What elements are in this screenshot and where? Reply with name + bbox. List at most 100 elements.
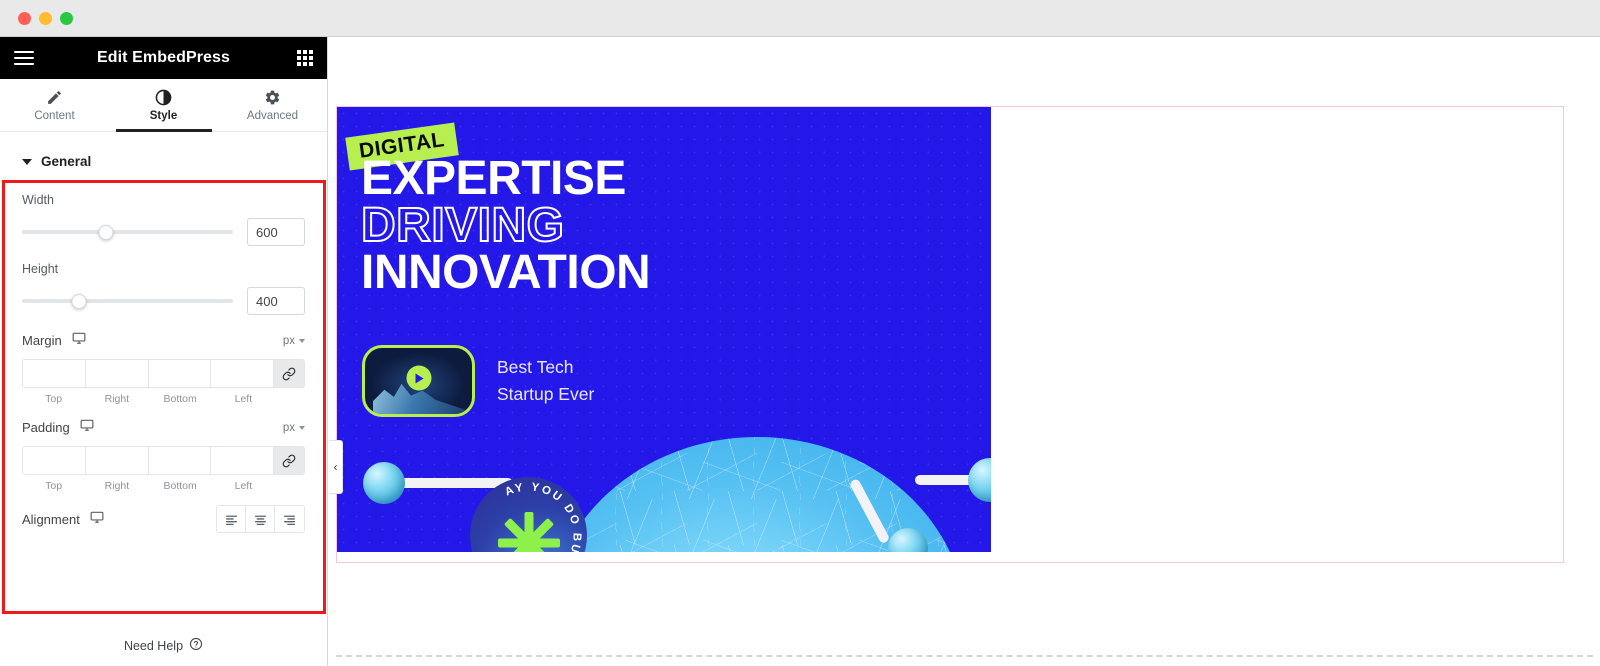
padding-link-spacer — [275, 480, 305, 492]
question-circle-icon — [189, 637, 203, 654]
play-triangle-icon — [415, 373, 424, 384]
margin-right-label: Right — [104, 393, 130, 405]
editor-panel: Edit EmbedPress Content Style Advanced G… — [0, 37, 328, 666]
rotating-seal-badge: AY YOU DO BUSINESS TRA — [470, 477, 587, 552]
minimize-button[interactable] — [39, 12, 52, 25]
width-input[interactable] — [247, 218, 305, 246]
video-teaser[interactable]: Best Tech Startup Ever — [362, 345, 594, 417]
chevron-down-icon — [299, 425, 305, 430]
panel-tabs: Content Style Advanced — [0, 79, 327, 132]
margin-bottom-label: Bottom — [163, 393, 197, 405]
padding-bottom-input[interactable] — [148, 447, 212, 474]
tab-style-label: Style — [149, 109, 178, 122]
apps-grid-icon[interactable] — [297, 50, 313, 66]
margin-link-spacer — [275, 393, 305, 405]
align-left-icon[interactable] — [217, 506, 246, 532]
window-title-bar — [0, 0, 1600, 37]
margin-side-labels: Top Right Bottom Left — [22, 393, 305, 405]
margin-top-label: Top — [45, 393, 63, 405]
panel-title: Edit EmbedPress — [96, 49, 231, 66]
padding-unit-label: px — [282, 421, 295, 434]
margin-unit-selector[interactable]: px — [283, 335, 305, 347]
video-title-line-2: Startup Ever — [497, 384, 595, 404]
height-input[interactable] — [247, 287, 305, 315]
alignment-row: Alignment — [22, 505, 305, 533]
margin-top-input[interactable] — [23, 360, 86, 387]
width-control-row — [22, 218, 305, 246]
chevron-left-icon: ‹ — [333, 460, 338, 474]
panel-collapse-handle[interactable]: ‹ — [329, 440, 343, 494]
chevron-down-icon — [299, 338, 305, 343]
padding-inputs — [22, 446, 305, 475]
padding-header: Padding px — [22, 418, 305, 437]
desktop-monitor-icon[interactable] — [90, 510, 104, 529]
alignment-buttons — [216, 505, 305, 533]
margin-bottom-input[interactable] — [148, 360, 212, 387]
asterisk-burst-icon — [496, 510, 562, 552]
gear-icon — [264, 89, 281, 106]
play-button[interactable] — [406, 365, 431, 391]
width-slider[interactable] — [22, 224, 233, 240]
preview-canvas: ‹ DIGITAL EXPERTISE DRIVING INNOVATION B… — [329, 37, 1600, 666]
padding-left-input[interactable] — [211, 447, 274, 474]
zoom-button[interactable] — [60, 12, 73, 25]
height-slider-knob[interactable] — [71, 293, 87, 309]
padding-unit-selector[interactable]: px — [283, 422, 305, 434]
height-label: Height — [22, 262, 59, 276]
padding-right-label: Right — [104, 480, 130, 492]
padding-top-input[interactable] — [23, 447, 86, 474]
app-window: Edit EmbedPress Content Style Advanced G… — [0, 0, 1600, 666]
close-button[interactable] — [18, 12, 31, 25]
margin-link-chain-icon[interactable] — [274, 360, 304, 387]
padding-top-label: Top — [45, 480, 63, 492]
headline-block: EXPERTISE DRIVING INNOVATION — [360, 152, 651, 300]
style-controls: General Width Height — [0, 132, 327, 533]
width-slider-track — [22, 230, 233, 234]
video-thumbnail[interactable] — [362, 345, 475, 417]
tab-style[interactable]: Style — [109, 79, 218, 131]
padding-side-labels: Top Right Bottom Left — [22, 480, 305, 492]
width-label: Width — [22, 193, 54, 207]
width-slider-knob[interactable] — [98, 224, 114, 240]
margin-inputs — [22, 359, 305, 388]
alignment-label: Alignment — [22, 511, 80, 527]
tab-content-label: Content — [34, 109, 75, 122]
desktop-monitor-icon[interactable] — [72, 331, 86, 350]
tab-advanced[interactable]: Advanced — [218, 79, 327, 131]
hamburger-icon[interactable] — [14, 51, 34, 65]
pencil-icon — [46, 89, 63, 106]
caret-down-icon — [22, 158, 32, 165]
align-right-icon[interactable] — [275, 506, 304, 532]
embedpress-preview[interactable]: DIGITAL EXPERTISE DRIVING INNOVATION Bes… — [337, 107, 991, 552]
margin-unit-label: px — [282, 334, 295, 347]
video-title: Best Tech Startup Ever — [497, 354, 594, 408]
padding-right-input[interactable] — [85, 447, 149, 474]
tab-advanced-label: Advanced — [246, 109, 299, 122]
height-slider[interactable] — [22, 293, 233, 309]
padding-link-chain-icon[interactable] — [274, 447, 304, 474]
margin-left-label: Left — [234, 393, 253, 405]
section-divider-dashed — [336, 655, 1593, 657]
section-general-title: General — [41, 154, 92, 169]
contrast-half-circle-icon — [155, 89, 172, 106]
video-title-line-1: Best Tech — [497, 356, 574, 377]
tab-content[interactable]: Content — [0, 79, 109, 131]
window-controls — [18, 12, 73, 25]
headline-line-2: DRIVING — [360, 199, 565, 253]
panel-header: Edit EmbedPress — [0, 37, 327, 79]
padding-bottom-label: Bottom — [163, 480, 197, 492]
align-center-icon[interactable] — [246, 506, 275, 532]
height-control-row — [22, 287, 305, 315]
section-general[interactable]: General — [22, 154, 305, 169]
margin-label: Margin — [22, 333, 62, 348]
margin-header: Margin px — [22, 331, 305, 350]
need-help-link[interactable]: Need Help — [0, 637, 327, 654]
headline-line-3: INNOVATION — [361, 246, 651, 300]
need-help-label: Need Help — [123, 638, 184, 653]
sphere-left — [363, 462, 405, 504]
desktop-monitor-icon[interactable] — [80, 418, 94, 437]
padding-left-label: Left — [234, 480, 253, 492]
headline-line-1: EXPERTISE — [361, 152, 626, 205]
margin-right-input[interactable] — [85, 360, 149, 387]
margin-left-input[interactable] — [211, 360, 274, 387]
